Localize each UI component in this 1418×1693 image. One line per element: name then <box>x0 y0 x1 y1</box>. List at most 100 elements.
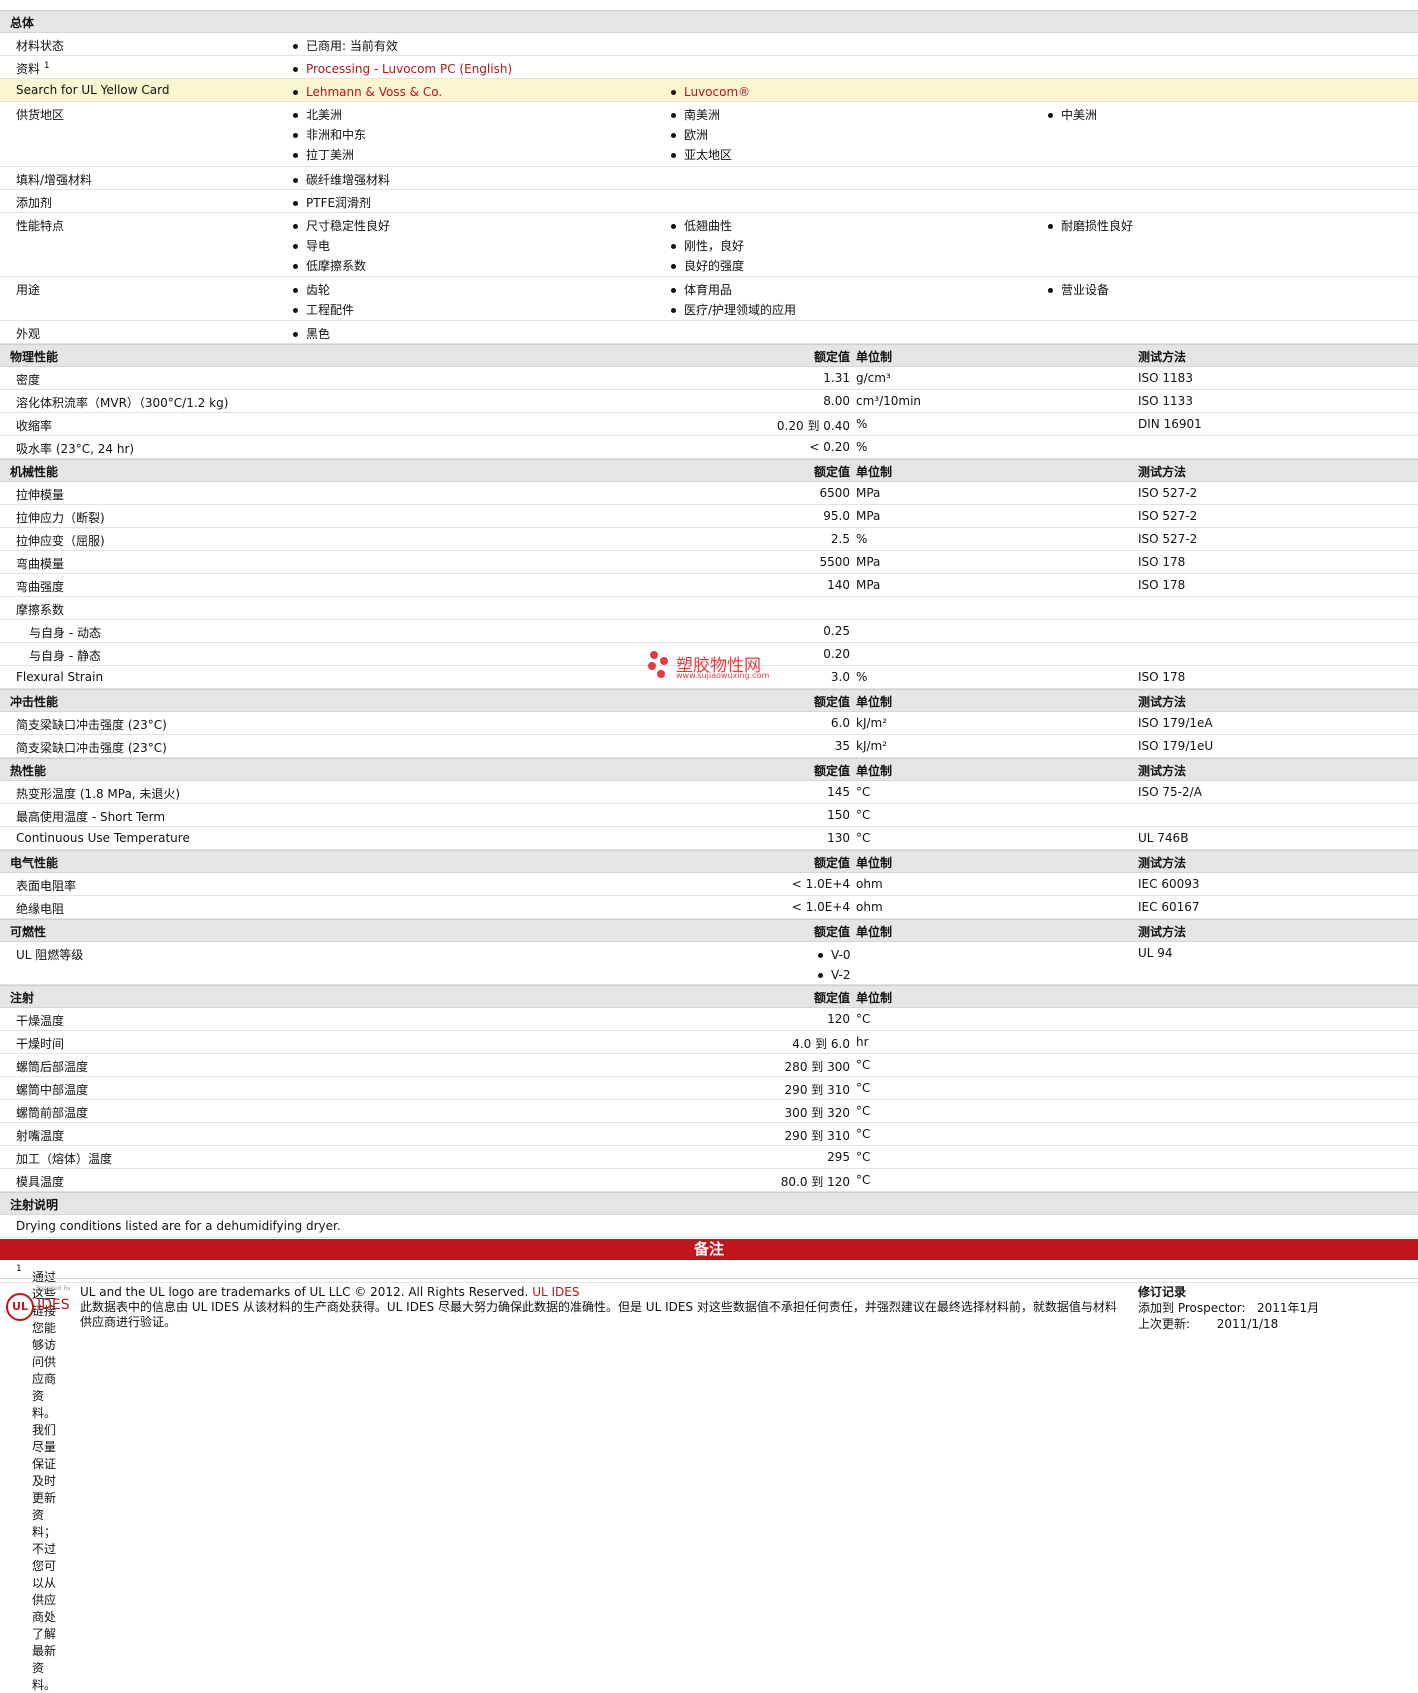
property-label: 简支梁缺口冲击强度 (23°C) <box>16 741 167 755</box>
property-value: 95.0 <box>823 509 850 523</box>
features-col1: 尺寸稳定性良好 导电 低摩擦系数 <box>290 216 390 276</box>
list-item: 刚性，良好 <box>668 236 744 256</box>
test-method: IEC 60167 <box>1138 900 1200 914</box>
section-title: 冲击性能 <box>10 695 59 709</box>
property-unit: °C <box>856 1081 871 1095</box>
section-physical: 物理性能 额定值 单位制 测试方法 <box>0 344 1418 367</box>
header-value: 额定值 <box>813 695 850 709</box>
filler-list: 碳纤维增强材料 <box>290 170 390 190</box>
property-value: 6.0 <box>830 716 850 730</box>
properties-container: 物理性能 额定值 单位制 测试方法 密度 1.31 g/cm³ ISO 1183 溶化体积流率（… <box>0 344 1418 919</box>
property-value: < 1.0E+4 <box>791 877 850 891</box>
supplier-list: Lehmann & Voss & Co. <box>290 82 442 102</box>
note-text: Drying conditions listed are for a dehum… <box>16 1219 341 1233</box>
brand-link[interactable]: Luvocom® <box>684 85 750 99</box>
property-value: < 0.20 <box>809 440 850 454</box>
property-unit: °C <box>856 1127 871 1141</box>
list-item: 南美洲 <box>668 105 732 125</box>
header-unit: 单位制 <box>856 465 893 479</box>
status-list: 已商用: 当前有效 <box>290 36 398 56</box>
list-item: 碳纤维增强材料 <box>290 170 390 190</box>
property-value: 290 到 310 <box>784 1129 850 1143</box>
property-unit: % <box>856 440 868 454</box>
property-label: 密度 <box>16 373 41 387</box>
list-item: 非洲和中东 <box>290 125 366 145</box>
property-unit: ohm <box>856 877 883 891</box>
list-item: Luvocom® <box>668 82 750 102</box>
table-row: 简支梁缺口冲击强度 (23°C) 35 kJ/m² ISO 179/1eU <box>0 735 1418 758</box>
property-label: 简支梁缺口冲击强度 (23°C) <box>16 718 167 732</box>
header-unit: 单位制 <box>856 764 893 778</box>
footnote-marker: 1 <box>16 1264 22 1274</box>
section-flammability: 可燃性 额定值 单位制 测试方法 <box>0 919 1418 942</box>
added-label: 添加到 Prospector: <box>1138 1301 1246 1315</box>
test-method: ISO 178 <box>1138 578 1186 592</box>
property-label: Continuous Use Temperature <box>16 831 190 845</box>
property-unit: MPa <box>856 555 881 569</box>
section-title: 电气性能 <box>10 856 59 870</box>
property-label: 摩擦系数 <box>16 603 65 617</box>
property-value: 0.20 到 0.40 <box>776 419 850 433</box>
header-unit: 单位制 <box>856 991 893 1005</box>
test-method: ISO 178 <box>1138 555 1186 569</box>
table-row: 干燥温度 120 °C <box>0 1008 1418 1031</box>
table-row: 密度 1.31 g/cm³ ISO 1183 <box>0 367 1418 390</box>
property-label: 模具温度 <box>16 1175 65 1189</box>
property-value: 295 <box>827 1150 850 1164</box>
property-label: 弯曲模量 <box>16 557 65 571</box>
supplier-link[interactable]: Lehmann & Voss & Co. <box>306 85 442 99</box>
property-label: 加工（熔体）温度 <box>16 1152 113 1166</box>
table-row: 热变形温度 (1.8 MPa, 未退火) 145 °C ISO 75-2/A <box>0 781 1418 804</box>
property-value: 290 到 310 <box>784 1083 850 1097</box>
table-row: 拉伸应力（断裂) 95.0 MPa ISO 527-2 <box>0 505 1418 528</box>
property-label: 螺筒前部温度 <box>16 1106 89 1120</box>
section-title: 注射说明 <box>10 1198 59 1212</box>
header-value: 额定值 <box>813 350 850 364</box>
powered-by: Powered by <box>36 1285 71 1292</box>
row-label: 添加剂 <box>16 196 53 210</box>
footnote-text: 通过这些链接您能够访问供应商资料。我们尽量保证及时更新资料；不过您可以从供应商处… <box>32 1270 57 1692</box>
test-method: ISO 178 <box>1138 670 1186 684</box>
list-item: Lehmann & Voss & Co. <box>290 82 442 102</box>
revision-added: 添加到 Prospector: 2011年1月 <box>1138 1300 1398 1316</box>
uses-col3: 营业设备 <box>1045 280 1109 300</box>
property-value: 300 到 320 <box>784 1106 850 1120</box>
property-label: 吸水率 (23°C, 24 hr) <box>16 442 135 456</box>
test-method: ISO 179/1eU <box>1138 739 1214 753</box>
section-injection-notes: 注射说明 <box>0 1192 1418 1215</box>
property-value: 280 到 300 <box>784 1060 850 1074</box>
document-link[interactable]: Processing - Luvocom PC (English) <box>306 62 512 76</box>
header-value: 额定值 <box>813 764 850 778</box>
property-label: 干燥温度 <box>16 1014 65 1028</box>
appearance-list: 黑色 <box>290 324 330 344</box>
section-title: 总体 <box>10 16 35 30</box>
property-value: 5500 <box>819 555 850 569</box>
property-label: 与自身 - 静态 <box>29 649 101 663</box>
revision-title: 修订记录 <box>1138 1285 1187 1299</box>
section-title: 物理性能 <box>10 350 59 364</box>
list-item: 欧洲 <box>668 125 732 145</box>
header-value: 额定值 <box>813 465 850 479</box>
test-method: IEC 60093 <box>1138 877 1200 891</box>
table-row: 弯曲模量 5500 MPa ISO 178 <box>0 551 1418 574</box>
row-label: 性能特点 <box>16 219 65 233</box>
table-row: 简支梁缺口冲击强度 (23°C) 6.0 kJ/m² ISO 179/1eA <box>0 712 1418 735</box>
ul-ides-link[interactable]: UL IDES <box>532 1285 579 1299</box>
row-label: 用途 <box>16 283 41 297</box>
footnote: 1 通过这些链接您能够访问供应商资料。我们尽量保证及时更新资料；不过您可以从供应… <box>16 1264 56 1692</box>
property-unit: °C <box>856 1104 871 1118</box>
uses-col1: 齿轮 工程配件 <box>290 280 354 320</box>
property-label: 拉伸应力（断裂) <box>16 511 105 525</box>
test-method: ISO 1133 <box>1138 394 1193 408</box>
test-method: ISO 75-2/A <box>1138 785 1202 799</box>
property-label: 溶化体积流率（MVR）（300°C/1.2 kg) <box>16 396 229 410</box>
property-label: 螺筒中部温度 <box>16 1083 89 1097</box>
property-unit: cm³/10min <box>856 394 922 408</box>
property-value: 145 <box>827 785 850 799</box>
property-label: 射嘴温度 <box>16 1129 65 1143</box>
property-value: 3.0 <box>830 670 850 684</box>
list-item: 黑色 <box>290 324 330 344</box>
table-row: 模具温度 80.0 到 120 °C <box>0 1169 1418 1192</box>
property-value: 35 <box>834 739 850 753</box>
table-row: 弯曲强度 140 MPa ISO 178 <box>0 574 1418 597</box>
